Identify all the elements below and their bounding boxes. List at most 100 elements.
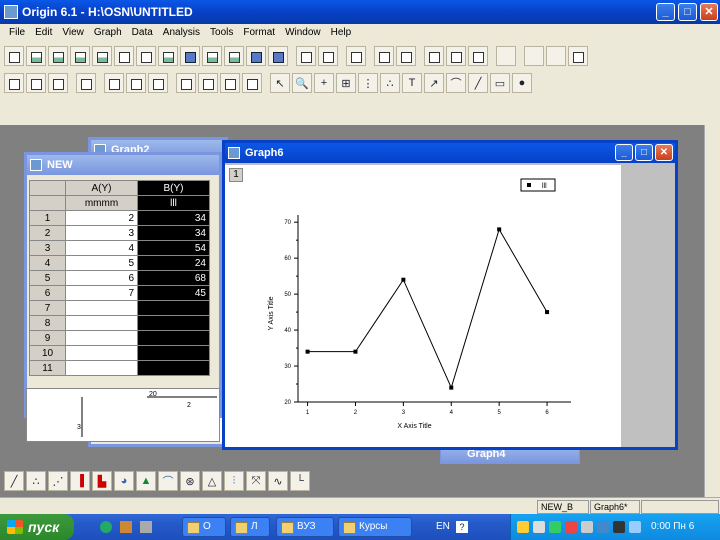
- cell-a[interactable]: 2: [65, 210, 138, 226]
- timestamp-icon[interactable]: [242, 73, 262, 93]
- stacked-column-icon[interactable]: ▙: [92, 471, 112, 491]
- new-worksheet-icon[interactable]: [26, 46, 46, 66]
- arrow-tool-icon[interactable]: ↗: [424, 73, 444, 93]
- line-tool-icon[interactable]: ╱: [468, 73, 488, 93]
- add-new-columns-icon[interactable]: [496, 46, 516, 66]
- column-plot-icon[interactable]: ▐: [70, 471, 90, 491]
- taskbar-button-kursy[interactable]: Курсы: [338, 517, 412, 537]
- cell-b[interactable]: 68: [137, 270, 210, 286]
- template-library-icon[interactable]: └: [290, 471, 310, 491]
- row-header[interactable]: 8: [29, 315, 66, 331]
- ternary-plot-icon[interactable]: △: [202, 471, 222, 491]
- volume-tray-icon[interactable]: [613, 521, 625, 533]
- menu-help[interactable]: Help: [326, 27, 357, 38]
- pointer-icon[interactable]: ↖: [270, 73, 290, 93]
- graph6-minimize-button[interactable]: _: [615, 144, 633, 161]
- cell-b[interactable]: [137, 330, 210, 346]
- whole-page-icon[interactable]: [48, 73, 68, 93]
- menu-analysis[interactable]: Analysis: [158, 27, 205, 38]
- network-icon[interactable]: [533, 521, 545, 533]
- zoom-icon[interactable]: 🔍: [292, 73, 312, 93]
- cell-b[interactable]: [137, 315, 210, 331]
- security-shield-icon[interactable]: [517, 521, 529, 533]
- data-reader-icon[interactable]: ⊞: [336, 73, 356, 93]
- cell-b[interactable]: 34: [137, 225, 210, 241]
- menu-file[interactable]: File: [4, 27, 30, 38]
- results-log-icon[interactable]: [446, 46, 466, 66]
- row-header[interactable]: 9: [29, 330, 66, 346]
- open-excel-icon[interactable]: [224, 46, 244, 66]
- fill-area-icon[interactable]: ⌒: [158, 471, 178, 491]
- row-header[interactable]: 5: [29, 270, 66, 286]
- cell-b[interactable]: [137, 345, 210, 361]
- duplicate-icon[interactable]: [396, 46, 416, 66]
- menu-data[interactable]: Data: [127, 27, 158, 38]
- menu-view[interactable]: View: [57, 27, 89, 38]
- cell-a[interactable]: 5: [65, 255, 138, 271]
- new-matrix-icon[interactable]: [70, 46, 90, 66]
- row-header[interactable]: 6: [29, 285, 66, 301]
- menu-format[interactable]: Format: [238, 27, 280, 38]
- new-project-icon[interactable]: [4, 46, 24, 66]
- taskbar-button-l[interactable]: Л: [230, 517, 270, 537]
- screen-reader-icon[interactable]: +: [314, 73, 334, 93]
- worksheet-titlebar[interactable]: NEW: [27, 155, 219, 175]
- area-plot-icon[interactable]: ▲: [136, 471, 156, 491]
- cell-b[interactable]: 24: [137, 255, 210, 271]
- cell-a[interactable]: 3: [65, 225, 138, 241]
- code-builder-icon[interactable]: [468, 46, 488, 66]
- explorer-quicklaunch-icon[interactable]: [140, 521, 152, 533]
- row-header[interactable]: 1: [29, 210, 66, 226]
- column-header-b[interactable]: B(Y): [137, 180, 210, 196]
- row-header[interactable]: 3: [29, 240, 66, 256]
- zoom-out-icon[interactable]: [26, 73, 46, 93]
- antivirus-icon[interactable]: [549, 521, 561, 533]
- cell-a[interactable]: [65, 315, 138, 331]
- desktop-quicklaunch-icon[interactable]: [120, 521, 132, 533]
- new-layout-icon[interactable]: [114, 46, 134, 66]
- row-header[interactable]: 11: [29, 360, 66, 376]
- row-header[interactable]: 4: [29, 255, 66, 271]
- cell-a[interactable]: 6: [65, 270, 138, 286]
- cell-b[interactable]: [137, 300, 210, 316]
- import-ascii-icon[interactable]: [296, 46, 316, 66]
- paste-icon[interactable]: [568, 46, 588, 66]
- main-vertical-scrollbar[interactable]: [704, 125, 720, 497]
- pie-chart-icon[interactable]: ◕: [114, 471, 134, 491]
- zoom-in-icon[interactable]: [4, 73, 24, 93]
- save-icon[interactable]: [246, 46, 266, 66]
- open-template-icon[interactable]: [202, 46, 222, 66]
- scatter-plot-icon[interactable]: ∴: [26, 471, 46, 491]
- menu-window[interactable]: Window: [280, 27, 326, 38]
- rectangle-tool-icon[interactable]: ▭: [490, 73, 510, 93]
- spline-icon[interactable]: ∿: [268, 471, 288, 491]
- language-indicator[interactable]: EN: [436, 521, 450, 532]
- cell-a[interactable]: 7: [65, 285, 138, 301]
- merge-icon[interactable]: [126, 73, 146, 93]
- new-notes-icon[interactable]: [158, 46, 178, 66]
- data-selector-icon[interactable]: ⋮: [358, 73, 378, 93]
- row-header[interactable]: 10: [29, 345, 66, 361]
- flag-tray-icon[interactable]: [565, 521, 577, 533]
- line-symbol-plot-icon[interactable]: ⋰: [48, 471, 68, 491]
- worksheet-new-window[interactable]: NEW A(Y) B(Y) mmmm lll 1 2 34 2 3 34 3 4 54 45…: [24, 152, 222, 418]
- refresh-icon[interactable]: [374, 46, 394, 66]
- hi-lo-close-icon[interactable]: ⫶: [224, 471, 244, 491]
- graph6-window[interactable]: Graph6 _ □ ✕ 1 20 30 40 50 60 70 1 2 3 4 5 6 X Axis …: [222, 140, 678, 450]
- minimize-button[interactable]: _: [656, 3, 675, 21]
- graph-page[interactable]: 1 20 30 40 50 60 70 1 2 3 4 5 6 X Axis Title Y Axis T…: [225, 165, 621, 447]
- cell-b[interactable]: [137, 360, 210, 376]
- new-excel-icon[interactable]: [136, 46, 156, 66]
- graph6-titlebar[interactable]: Graph6 _ □ ✕: [225, 143, 675, 163]
- new-legend-icon[interactable]: [220, 73, 240, 93]
- maximize-button[interactable]: □: [678, 3, 697, 21]
- keyboard-tray-icon[interactable]: [581, 521, 593, 533]
- monitor-tray-icon[interactable]: [597, 521, 609, 533]
- import-multiple-icon[interactable]: [318, 46, 338, 66]
- save-template-icon[interactable]: [268, 46, 288, 66]
- cell-b[interactable]: 45: [137, 285, 210, 301]
- arrange-layers-icon[interactable]: [148, 73, 168, 93]
- column-label-a[interactable]: mmmm: [65, 195, 138, 211]
- open-icon[interactable]: [180, 46, 200, 66]
- menu-graph[interactable]: Graph: [89, 27, 127, 38]
